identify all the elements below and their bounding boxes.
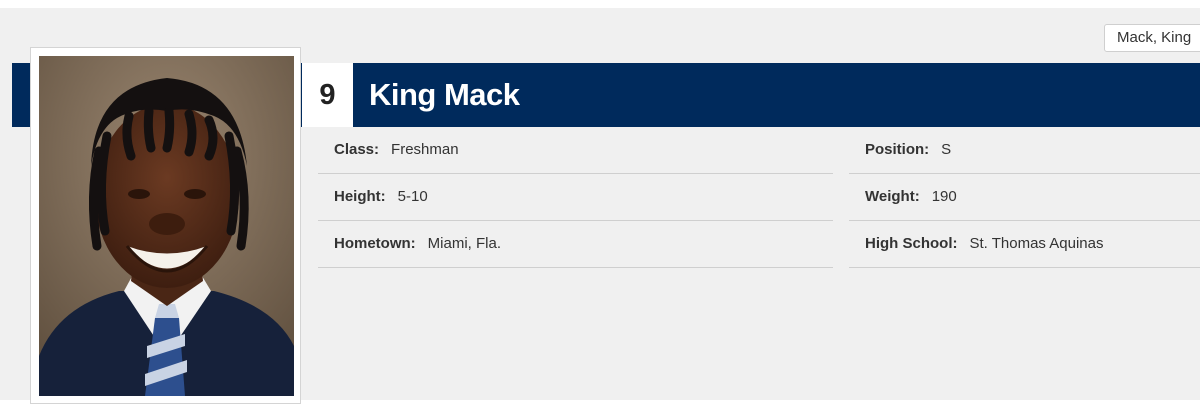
info-row-height: Height: 5-10 [318, 174, 833, 221]
player-select-value: Mack, King [1117, 29, 1192, 46]
class-label: Class: [334, 141, 380, 158]
height-value: 5-10 [397, 188, 428, 205]
hometown-label: Hometown: [334, 235, 416, 252]
hometown-value: Miami, Fla. [427, 235, 502, 252]
jersey-number: 9 [302, 63, 353, 127]
roster-page: Mack, King 9 King Mack Class: Freshman P… [0, 8, 1200, 404]
class-value: Freshman [391, 141, 459, 158]
player-photo-frame [30, 47, 301, 404]
high-school-label: High School: [865, 235, 958, 252]
player-headshot [39, 56, 294, 396]
weight-value: 190 [931, 188, 957, 205]
position-label: Position: [865, 141, 930, 158]
position-value: S [941, 141, 952, 158]
player-select-dropdown[interactable]: Mack, King [1104, 24, 1200, 52]
info-row-weight: Weight: 190 [849, 174, 1200, 221]
height-label: Height: [334, 188, 386, 205]
weight-label: Weight: [865, 188, 920, 205]
info-row-high-school: High School: St. Thomas Aquinas [849, 221, 1200, 268]
high-school-value: St. Thomas Aquinas [969, 235, 1104, 252]
info-row-position: Position: S [849, 127, 1200, 174]
player-name: King Mack [369, 77, 520, 112]
info-row-class: Class: Freshman [318, 127, 833, 174]
info-row-hometown: Hometown: Miami, Fla. [318, 221, 833, 268]
